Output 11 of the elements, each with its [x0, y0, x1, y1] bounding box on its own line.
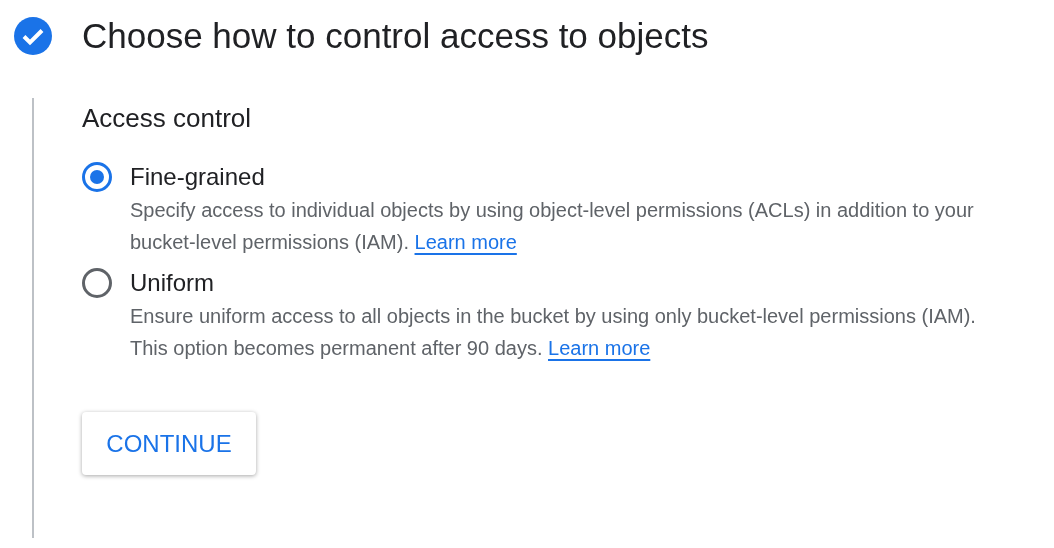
- radio-button[interactable]: [82, 268, 112, 298]
- continue-button[interactable]: CONTINUE: [82, 412, 256, 475]
- radio-button[interactable]: [82, 162, 112, 192]
- option-description: Ensure uniform access to all objects in the bucket by using only bucket-level permissions (IAM). This option becomes permanent after 90 days. Learn more: [130, 304, 977, 361]
- learn-more-link[interactable]: Learn more: [548, 337, 651, 359]
- learn-more-link[interactable]: Learn more: [414, 231, 517, 253]
- option-label: Fine-grained: [130, 162, 266, 192]
- section-title: Access control: [82, 102, 253, 135]
- option-label: Uniform: [130, 268, 215, 298]
- option-description: Specify access to individual objects by using object-level permissions (ACLs) in addition to your bucket-level permissions (IAM). Learn more: [130, 198, 975, 255]
- step-title: Choose how to control access to objects: [82, 15, 709, 57]
